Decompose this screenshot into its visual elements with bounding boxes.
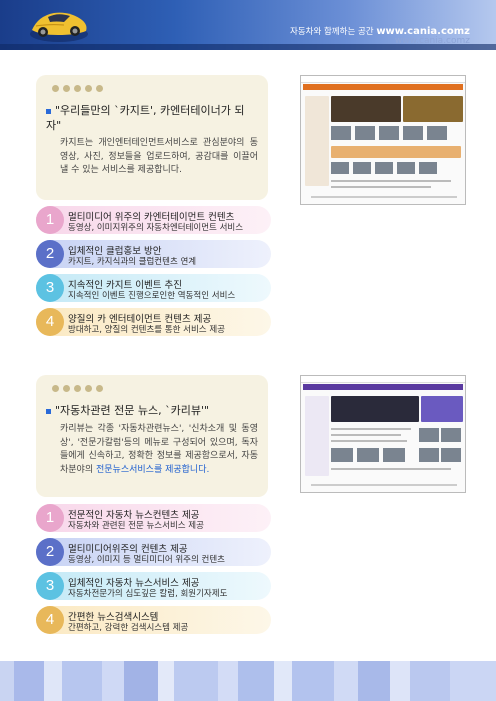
- item-number-badge: 4: [36, 308, 64, 336]
- section-1-title: "우리들만의 `카지트', 카엔터테이너가 되자": [46, 104, 245, 132]
- section-2-body: 카리뷰는 각종 '자동차관련뉴스', '신차소개 및 동영상', '전문가칼럼'…: [60, 424, 258, 475]
- bullet-square-icon: [46, 108, 51, 114]
- section-2-item-2: 2 멀티미디어위주의 컨텐츠 제공 동영상, 이미지 등 멀티미디어 위주의 컨…: [36, 538, 271, 566]
- item-desc: 간편하고, 강력한 검색시스템 제공: [68, 623, 189, 633]
- section-1-item-1: 1 멀티미디어 위주의 카엔터테이먼트 컨텐츠 동영상, 이미지위주의 자동차엔…: [36, 206, 271, 234]
- header-stripe: [0, 44, 496, 50]
- item-desc: 지속적인 이벤트 진행으로인한 역동적인 서비스: [68, 291, 236, 301]
- highlight-text: 전문뉴스서비스를 제공합니다.: [95, 464, 210, 475]
- item-desc: 방대하고, 양질의 컨텐츠를 통한 서비스 제공: [68, 325, 225, 335]
- item-desc: 동영상, 이미지위주의 자동차엔터테이먼트 서비스: [68, 223, 244, 233]
- item-desc: 카지트, 카지식과의 클럽컨텐츠 연계: [68, 257, 197, 267]
- footer-pattern: [0, 661, 496, 701]
- bullet-square-icon: [46, 408, 51, 414]
- section-2-intro-card: "자동차관련 전문 뉴스, `카리뷰'" 카리뷰는 각종 '자동차관련뉴스', …: [36, 375, 268, 497]
- item-number-badge: 1: [36, 206, 64, 234]
- decorative-dots: [52, 385, 103, 392]
- section-1-item-2: 2 입체적인 클럽홍보 방안 카지트, 카지식과의 클럽컨텐츠 연계: [36, 240, 271, 268]
- item-desc: 동영상, 이미지 등 멀티미디어 위주의 컨텐츠: [68, 555, 225, 565]
- section-2-item-1: 1 전문적인 자동차 뉴스컨텐츠 제공 자동차와 관련된 전문 뉴스서비스 제공: [36, 504, 271, 532]
- section-2-item-4: 4 간편한 뉴스검색시스템 간편하고, 강력한 검색시스템 제공: [36, 606, 271, 634]
- sports-car-icon: [30, 12, 88, 42]
- cazit-site-screenshot: [300, 75, 466, 205]
- item-desc: 자동차와 관련된 전문 뉴스서비스 제공: [68, 521, 204, 531]
- section-2-title: "자동차관련 전문 뉴스, `카리뷰'": [46, 403, 258, 418]
- item-number-badge: 3: [36, 572, 64, 600]
- item-number-badge: 3: [36, 274, 64, 302]
- item-number-badge: 2: [36, 538, 64, 566]
- section-2-item-3: 3 입체적인 자동차 뉴스서비스 제공 자동차전문가의 심도깊은 칼럼, 회원기…: [36, 572, 271, 600]
- section-1-item-4: 4 양질의 카 엔터테이먼트 컨텐츠 제공 방대하고, 양질의 컨텐츠를 통한 …: [36, 308, 271, 336]
- item-number-badge: 2: [36, 240, 64, 268]
- item-number-badge: 4: [36, 606, 64, 634]
- header-banner: 자동차와 함께하는 공간 www.cania.comz www.cania.co…: [0, 0, 496, 50]
- section-1-item-3: 3 지속적인 카지트 이벤트 추진 지속적인 이벤트 진행으로인한 역동적인 서…: [36, 274, 271, 302]
- carview-site-screenshot: [300, 375, 466, 493]
- section-1-body: 카지트는 개인엔터테인먼트서비스로 관심분야의 동영상, 사진, 정보들을 업로…: [60, 138, 258, 175]
- section-1-intro-card: "우리들만의 `카지트', 카엔터테이너가 되자" 카지트는 개인엔터테인먼트서…: [36, 75, 268, 200]
- decorative-dots: [52, 85, 103, 92]
- item-number-badge: 1: [36, 504, 64, 532]
- item-desc: 자동차전문가의 심도깊은 칼럼, 회원기자제도: [68, 589, 228, 599]
